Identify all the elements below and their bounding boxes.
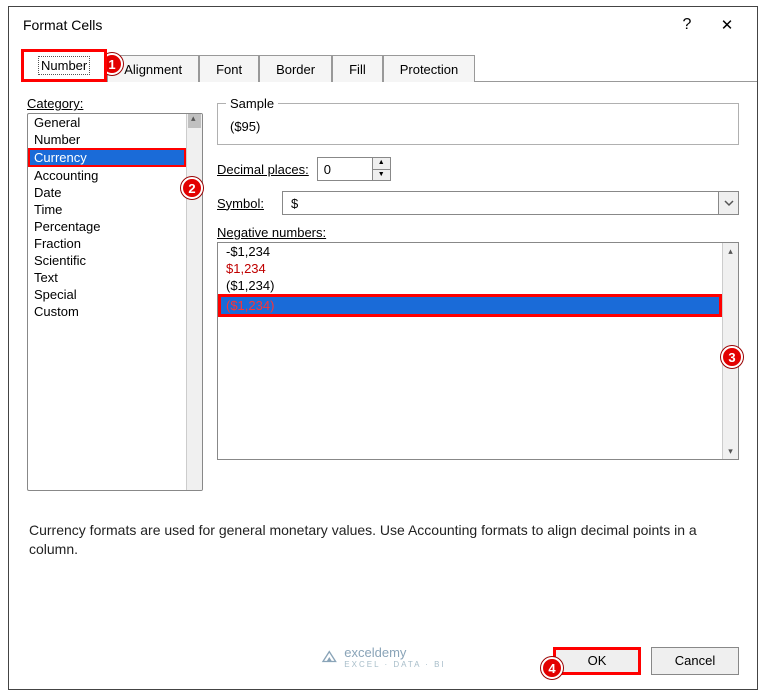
category-item-number[interactable]: Number	[28, 131, 186, 148]
sample-value: ($95)	[226, 117, 730, 136]
category-listbox[interactable]: General Number Currency Accounting Date …	[27, 113, 203, 491]
watermark-text: exceldemy	[344, 645, 445, 660]
tab-protection[interactable]: Protection	[383, 55, 476, 82]
titlebar: Format Cells ? ✕	[9, 7, 757, 43]
scroll-up-icon[interactable]: ▴	[723, 243, 738, 259]
close-icon[interactable]: ✕	[707, 16, 747, 34]
sample-group: Sample ($95)	[217, 96, 739, 145]
help-icon[interactable]: ?	[667, 16, 707, 34]
spinner-down-icon[interactable]: ▼	[373, 170, 390, 181]
negative-numbers-listbox[interactable]: -$1,234 $1,234 ($1,234) ($1,234) ▴ ▾	[217, 242, 739, 460]
dialog-title: Format Cells	[23, 17, 667, 33]
category-scrollbar[interactable]	[186, 114, 202, 490]
tab-border[interactable]: Border	[259, 55, 332, 82]
category-item-general[interactable]: General	[28, 114, 186, 131]
symbol-value: $	[283, 196, 718, 211]
cancel-button[interactable]: Cancel	[651, 647, 739, 675]
neg-item-2[interactable]: $1,234	[218, 260, 722, 277]
annotation-3: 3	[721, 346, 743, 368]
category-item-special[interactable]: Special	[28, 286, 186, 303]
decimal-places-input[interactable]	[318, 158, 372, 180]
tab-fill[interactable]: Fill	[332, 55, 383, 82]
symbol-label: Symbol:	[217, 196, 264, 211]
category-item-scientific[interactable]: Scientific	[28, 252, 186, 269]
tab-font[interactable]: Font	[199, 55, 259, 82]
tab-strip: Number Alignment Font Border Fill Protec…	[21, 49, 757, 82]
chevron-down-icon[interactable]	[718, 192, 738, 214]
decimal-places-label: Decimal places:	[217, 162, 309, 177]
annotation-4: 4	[541, 657, 563, 679]
watermark: exceldemy EXCEL · DATA · BI	[320, 645, 445, 669]
category-item-percentage[interactable]: Percentage	[28, 218, 186, 235]
tab-number[interactable]: Number	[21, 49, 107, 82]
category-label: Category:	[27, 96, 83, 111]
exceldemy-logo-icon	[320, 648, 338, 666]
negative-numbers-label: Negative numbers:	[217, 225, 326, 240]
category-item-currency[interactable]: Currency	[28, 148, 186, 167]
symbol-dropdown[interactable]: $	[282, 191, 739, 215]
format-cells-dialog: Format Cells ? ✕ Number Alignment Font B…	[8, 6, 758, 690]
category-item-fraction[interactable]: Fraction	[28, 235, 186, 252]
scroll-down-icon[interactable]: ▾	[723, 443, 738, 459]
neg-item-4[interactable]: ($1,234)	[218, 294, 722, 317]
sample-legend: Sample	[226, 96, 278, 111]
spinner-up-icon[interactable]: ▲	[373, 158, 390, 170]
ok-button[interactable]: OK	[553, 647, 641, 675]
category-item-text[interactable]: Text	[28, 269, 186, 286]
category-item-accounting[interactable]: Accounting	[28, 167, 186, 184]
category-item-custom[interactable]: Custom	[28, 303, 186, 320]
neg-item-1[interactable]: -$1,234	[218, 243, 722, 260]
category-item-time[interactable]: Time	[28, 201, 186, 218]
annotation-2: 2	[181, 177, 203, 199]
category-item-date[interactable]: Date	[28, 184, 186, 201]
neg-item-3[interactable]: ($1,234)	[218, 277, 722, 294]
category-description: Currency formats are used for general mo…	[29, 521, 737, 559]
decimal-places-spinner[interactable]: ▲ ▼	[317, 157, 391, 181]
watermark-subtext: EXCEL · DATA · BI	[344, 660, 445, 669]
